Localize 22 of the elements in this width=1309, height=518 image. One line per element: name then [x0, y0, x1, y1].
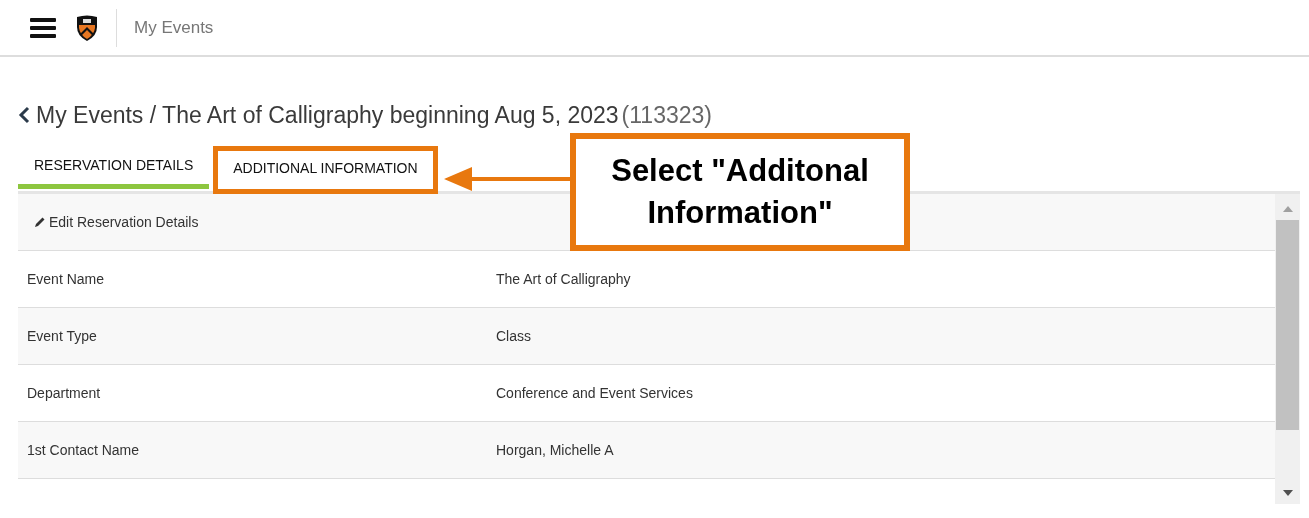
scrollbar[interactable]	[1275, 194, 1300, 504]
field-label: 1st Contact Name	[26, 442, 141, 458]
tab[interactable]: ADDITIONAL INFORMATION	[218, 151, 433, 189]
callout-box: Select "Additonal Information"	[570, 133, 910, 251]
scroll-thumb[interactable]	[1276, 220, 1299, 430]
field-value: The Art of Calligraphy	[496, 271, 631, 287]
field-value: Class	[496, 328, 531, 344]
field-value: Conference and Event Services	[496, 385, 693, 401]
shield-icon[interactable]	[76, 14, 98, 41]
edit-link[interactable]: Edit Reservation Details	[34, 214, 199, 230]
event-id: (113323)	[621, 101, 712, 129]
scroll-down-icon[interactable]	[1282, 490, 1293, 496]
menu-icon[interactable]	[30, 17, 56, 38]
field-label: Event Type	[26, 328, 98, 344]
back-chevron-icon[interactable]	[18, 106, 30, 124]
tab[interactable]: RESERVATION DETAILS	[18, 146, 210, 189]
field-label: Event Name	[26, 271, 106, 287]
field-label: Department	[26, 385, 102, 401]
breadcrumb: My Events / The Art of Calligraphy beginning Aug 5, 2023	[36, 101, 619, 129]
page-title: My Events	[134, 17, 214, 38]
pencil-icon	[34, 216, 46, 228]
field-value: Horgan, Michelle A	[496, 442, 614, 458]
